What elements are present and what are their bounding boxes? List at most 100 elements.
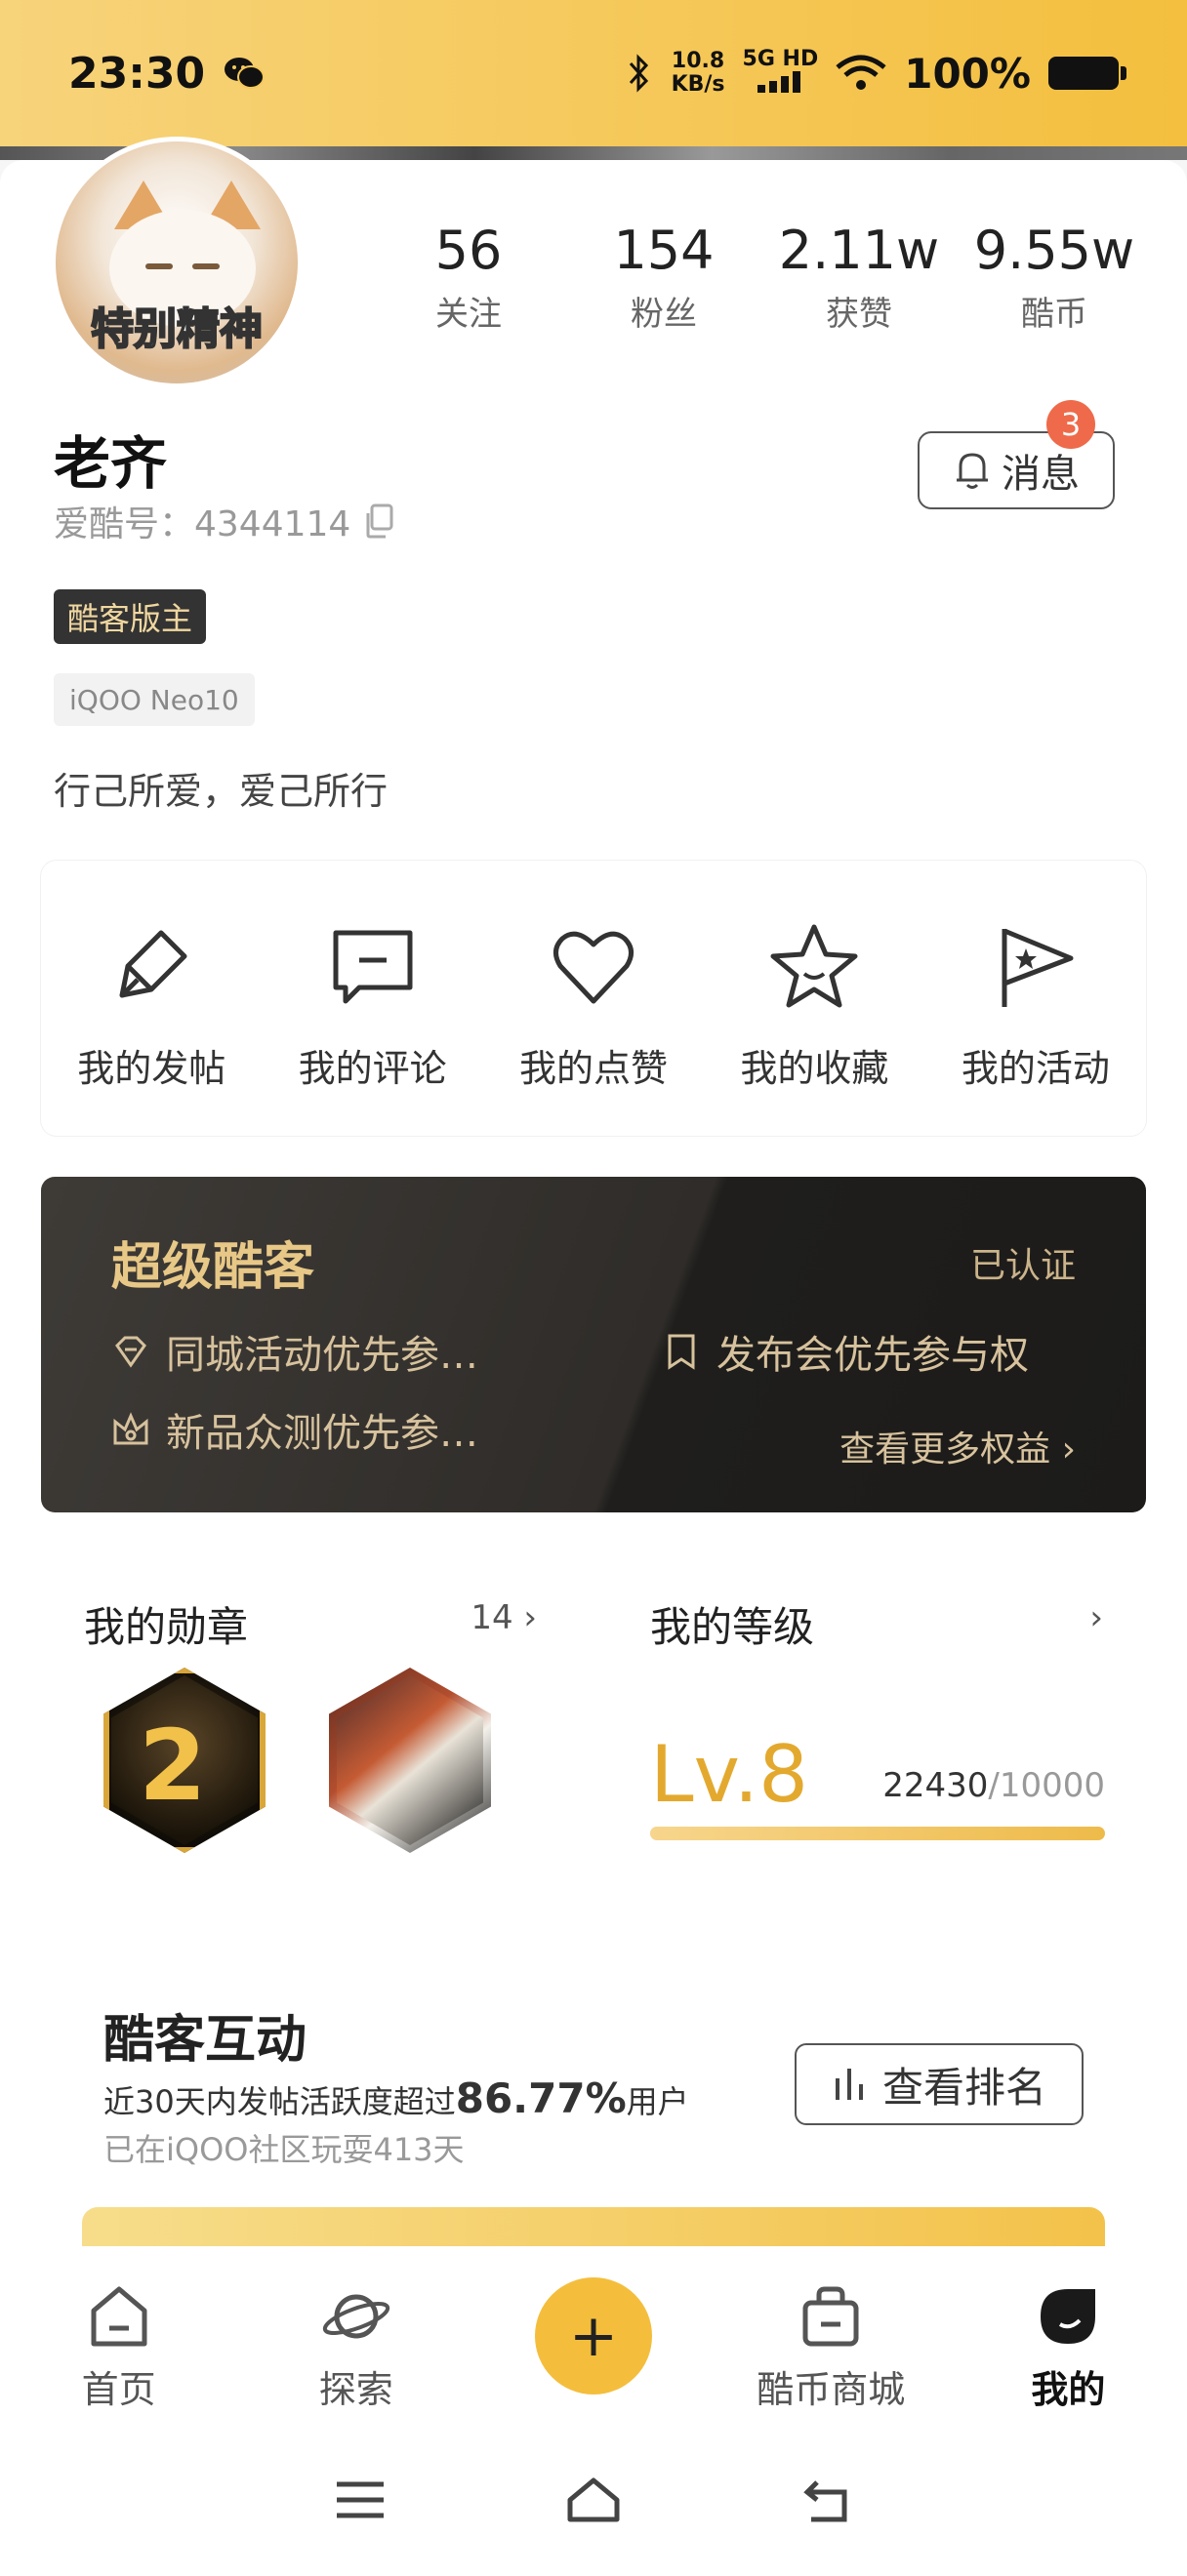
crown-icon <box>113 1412 148 1445</box>
profile-icon <box>1041 2289 1096 2344</box>
stat-following[interactable]: 56 关注 <box>371 220 566 335</box>
medals-count-link[interactable]: 14 › <box>471 1598 537 1637</box>
bookmark-icon <box>668 1334 695 1370</box>
nav-home[interactable]: 首页 <box>0 2248 237 2424</box>
level-exp: 22430/10000 <box>882 1766 1105 1805</box>
stat-value: 9.55w <box>973 220 1135 281</box>
planet-icon <box>322 2294 389 2339</box>
chevron-right-icon: › <box>523 1598 537 1637</box>
view-ranking-button[interactable]: 查看排名 <box>795 2043 1084 2125</box>
my-favorites-button[interactable]: 我的收藏 <box>704 861 924 1136</box>
copy-icon[interactable] <box>364 503 393 539</box>
perk-local-events[interactable]: 同城活动优先参… <box>111 1323 478 1380</box>
comment-icon <box>333 930 413 1004</box>
level-progress-bar <box>650 1827 1105 1840</box>
action-label: 我的活动 <box>961 1047 1110 1090</box>
vip-verified: 已认证 <box>969 1246 1076 1286</box>
super-kuke-card[interactable]: 超级酷客 已认证 同城活动优先参… 发布会优先参与权 新品众测优先参… 查看更多… <box>41 1177 1146 1512</box>
plus-icon: + <box>568 2302 619 2370</box>
level-value: Lv.8 <box>650 1729 809 1820</box>
bio: 行己所爱，爱己所行 <box>54 770 389 813</box>
status-bar: 23:30 10.8 KB/s 5G HD 100% <box>0 0 1187 146</box>
perk-launch-event[interactable]: 发布会优先参与权 <box>662 1323 1029 1380</box>
medal-badge[interactable] <box>329 1668 491 1853</box>
menu-icon[interactable] <box>331 2471 389 2529</box>
level-title: 我的等级 <box>650 1603 815 1651</box>
interaction-days: 已在iQOO社区玩耍413天 <box>103 2131 465 2168</box>
nav-label: 探索 <box>318 2368 393 2411</box>
message-badge: 3 <box>1046 400 1095 449</box>
user-id-text: 爱酷号：4344114 <box>54 504 351 544</box>
network-speed: 10.8 KB/s <box>671 49 725 97</box>
action-label: 我的收藏 <box>740 1047 889 1090</box>
perk-label: 发布会优先参与权 <box>716 1333 1029 1378</box>
action-label: 我的点赞 <box>519 1047 669 1090</box>
my-likes-button[interactable]: 我的点赞 <box>483 861 704 1136</box>
vip-title: 超级酷客 <box>111 1238 315 1297</box>
shop-bag-icon <box>802 2286 859 2347</box>
medal-2-icon: 2 <box>139 1709 207 1823</box>
stat-likes[interactable]: 2.11w 获赞 <box>761 220 957 335</box>
stat-value: 56 <box>434 220 503 281</box>
nav-label: 我的 <box>1031 2368 1106 2411</box>
interaction-desc: 近30天内发帖活跃度超过86.77%用户 <box>103 2074 689 2122</box>
stat-value: 2.11w <box>778 220 940 281</box>
system-nav <box>0 2424 1187 2576</box>
flag-icon <box>1002 928 1074 1007</box>
my-posts-button[interactable]: 我的发帖 <box>41 861 262 1136</box>
action-label: 我的评论 <box>298 1047 447 1090</box>
interaction-title: 酷客互动 <box>103 2011 307 2070</box>
stat-label: 酷币 <box>1021 295 1087 334</box>
bottom-nav: 首页 探索 + 酷币商城 我的 <box>0 2248 1187 2424</box>
username: 老齐 <box>54 430 168 497</box>
medal-badge[interactable]: 2 <box>103 1668 266 1853</box>
chevron-right-icon: › <box>1061 1429 1076 1469</box>
action-label: 我的发帖 <box>77 1047 226 1090</box>
battery-percent: 100% <box>904 49 1031 98</box>
user-id: 爱酷号：4344114 <box>54 496 393 546</box>
home-button-icon[interactable] <box>564 2471 623 2529</box>
stat-label: 获赞 <box>826 295 892 334</box>
wechat-icon <box>225 58 266 89</box>
action-row: 我的发帖 我的评论 我的点赞 我的收藏 我的活动 <box>41 861 1146 1136</box>
nav-me[interactable]: 我的 <box>950 2248 1187 2424</box>
profile-stats: 56 关注 154 粉丝 2.11w 获赞 9.55w 酷币 <box>371 220 1152 335</box>
chevron-right-icon[interactable]: › <box>1089 1598 1103 1637</box>
signal-icon <box>757 71 801 93</box>
stat-coins[interactable]: 9.55w 酷币 <box>957 220 1152 335</box>
level-progress-fill <box>650 1827 1105 1840</box>
device-tag[interactable]: iQOO Neo10 <box>54 673 255 726</box>
my-comments-button[interactable]: 我的评论 <box>262 861 482 1136</box>
activity-chart <box>82 2207 1105 2246</box>
nav-label: 酷币商城 <box>757 2368 906 2411</box>
back-icon[interactable] <box>798 2471 856 2529</box>
stat-value: 154 <box>613 220 715 281</box>
heart-icon <box>553 931 634 1004</box>
diamond-icon <box>115 1336 146 1368</box>
plus-button[interactable]: + <box>535 2277 652 2395</box>
bell-icon <box>957 453 988 489</box>
nav-explore[interactable]: 探索 <box>237 2248 474 2424</box>
perk-product-test[interactable]: 新品众测优先参… <box>111 1401 478 1458</box>
stat-followers[interactable]: 154 粉丝 <box>566 220 761 335</box>
level-card[interactable]: 我的等级 › Lv.8 22430/10000 <box>607 1555 1146 1907</box>
medals-title: 我的勋章 <box>84 1603 249 1651</box>
role-tag[interactable]: 酷客版主 <box>54 589 207 644</box>
home-icon <box>91 2286 147 2347</box>
messages-label: 消息 <box>1002 452 1080 497</box>
perk-label: 同城活动优先参… <box>166 1333 478 1378</box>
more-benefits-label: 查看更多权益 <box>839 1429 1051 1469</box>
bluetooth-icon <box>629 54 648 93</box>
avatar-caption: 特别精神 <box>90 303 264 355</box>
my-activities-button[interactable]: 我的活动 <box>925 861 1146 1136</box>
avatar[interactable]: 特别精神 <box>51 137 303 388</box>
nav-label: 首页 <box>81 2368 156 2411</box>
more-benefits-link[interactable]: 查看更多权益 › <box>839 1421 1076 1471</box>
stat-label: 粉丝 <box>631 295 697 334</box>
bar-chart-icon <box>835 2069 863 2100</box>
battery-icon <box>1048 57 1126 90</box>
nav-shop[interactable]: 酷币商城 <box>713 2248 950 2424</box>
signal-indicator: 5G HD <box>743 48 818 99</box>
nav-create[interactable]: + <box>474 2248 712 2424</box>
medals-card[interactable]: 我的勋章 14 › 2 <box>41 1555 580 1907</box>
